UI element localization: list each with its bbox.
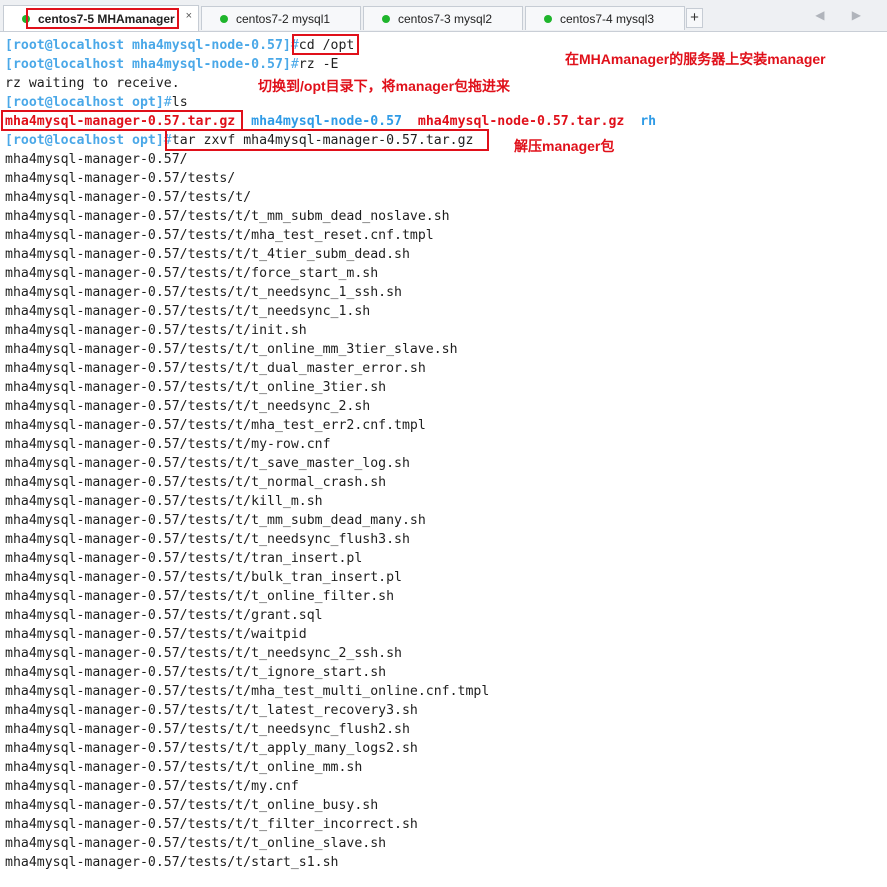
- tar-output-line: mha4mysql-manager-0.57/tests/t/init.sh: [5, 323, 307, 338]
- tar-output-line: mha4mysql-manager-0.57/tests/t/t_mm_subm…: [5, 209, 450, 224]
- tar-output-line: mha4mysql-manager-0.57/tests/t/t_filter_…: [5, 817, 418, 832]
- tar-output-line: mha4mysql-manager-0.57/tests/t/t_4tier_s…: [5, 247, 410, 262]
- tar-output-line: mha4mysql-manager-0.57/tests/t/t_latest_…: [5, 703, 418, 718]
- terminal-line: [root@localhost mha4mysql-node-0.57]#cd …: [5, 36, 354, 55]
- tab-label: centos7-5 MHAmanager: [38, 11, 175, 26]
- tar-output-line: mha4mysql-manager-0.57/tests/t/t_online_…: [5, 836, 387, 851]
- tab-centos7-2-mysql1[interactable]: centos7-2 mysql1: [201, 6, 361, 30]
- tar-output-line: mha4mysql-manager-0.57/tests/t/kill_m.sh: [5, 494, 323, 509]
- tab-centos7-5-mhamanager[interactable]: centos7-5 MHAmanager ×: [3, 5, 199, 31]
- terminal-line: [root@localhost opt]#tar zxvf mha4mysql-…: [5, 131, 473, 150]
- tar-output-line: mha4mysql-manager-0.57/tests/t/t_needsyn…: [5, 285, 402, 300]
- tar-output-line: mha4mysql-manager-0.57/tests/t/t_online_…: [5, 798, 379, 813]
- shell-prompt: [root@localhost mha4mysql-node-0.57]: [5, 57, 291, 72]
- terminal-line: [root@localhost mha4mysql-node-0.57]#rz …: [5, 55, 338, 74]
- tab-bar: centos7-5 MHAmanager × centos7-2 mysql1 …: [0, 0, 887, 32]
- tar-output-line: mha4mysql-manager-0.57/tests/t/mha_test_…: [5, 228, 434, 243]
- tar-output-line: mha4mysql-manager-0.57/tests/t/t_needsyn…: [5, 304, 371, 319]
- tar-output-line: mha4mysql-manager-0.57/tests/t/waitpid: [5, 627, 307, 642]
- tar-output-line: mha4mysql-manager-0.57/tests/t/t_needsyn…: [5, 532, 410, 547]
- terminal-line: rz waiting to receive.: [5, 76, 180, 91]
- install-annotation: 在MHAmanager的服务器上安装manager: [565, 51, 826, 67]
- tar-output-line: mha4mysql-manager-0.57/tests/t/t_needsyn…: [5, 722, 410, 737]
- tar-output-line: mha4mysql-manager-0.57/tests/t/t_needsyn…: [5, 399, 371, 414]
- tab-centos7-3-mysql2[interactable]: centos7-3 mysql2: [363, 6, 523, 30]
- tab-label: centos7-4 mysql3: [560, 11, 655, 26]
- tar-output-line: mha4mysql-manager-0.57/tests/t/t_online_…: [5, 760, 363, 775]
- add-tab-button[interactable]: +: [686, 8, 703, 28]
- close-tab-icon[interactable]: ×: [186, 10, 192, 22]
- prompt-hash: #: [163, 95, 172, 110]
- tar-output-line: mha4mysql-manager-0.57/tests/t/t_dual_ma…: [5, 361, 426, 376]
- rh-directory: rh: [640, 114, 657, 129]
- upload-annotation: 切换到/opt目录下，将manager包拖进来: [258, 78, 511, 94]
- terminal-line: [root@localhost opt]#ls: [5, 93, 188, 112]
- tab-label: centos7-3 mysql2: [398, 11, 493, 26]
- tab-scroll-arrows[interactable]: ◀ ▶: [815, 8, 873, 22]
- tar-output-line: mha4mysql-manager-0.57/: [5, 152, 188, 167]
- node-directory: mha4mysql-node-0.57: [251, 114, 402, 129]
- tar-output-line: mha4mysql-manager-0.57/tests/t/bulk_tran…: [5, 570, 402, 585]
- tar-output-line: mha4mysql-manager-0.57/tests/t/: [5, 190, 252, 205]
- tar-output-line: mha4mysql-manager-0.57/tests/t/mha_test_…: [5, 418, 426, 433]
- connected-status-icon: [544, 14, 552, 23]
- tar-output-line: mha4mysql-manager-0.57/tests/t/start_s1.…: [5, 855, 339, 870]
- tar-output-line: mha4mysql-manager-0.57/tests/t/t_ignore_…: [5, 665, 387, 680]
- command-text: ls: [171, 95, 188, 110]
- tar-output-line: mha4mysql-manager-0.57/tests/t/tran_inse…: [5, 551, 363, 566]
- tar-output-line: mha4mysql-manager-0.57/tests/t/t_save_ma…: [5, 456, 410, 471]
- tar-output-line: mha4mysql-manager-0.57/tests/t/t_normal_…: [5, 475, 387, 490]
- tar-output-line: mha4mysql-manager-0.57/tests/t/t_online_…: [5, 589, 395, 604]
- extract-annotation: 解压manager包: [514, 138, 615, 154]
- terminal-output[interactable]: [root@localhost mha4mysql-node-0.57]#cd …: [0, 32, 887, 887]
- ls-output-line: mha4mysql-manager-0.57.tar.gz mha4mysql-…: [5, 112, 656, 131]
- command-text: cd /opt: [298, 38, 355, 53]
- tab-centos7-4-mysql3[interactable]: centos7-4 mysql3: [525, 6, 685, 30]
- tar-output-line: mha4mysql-manager-0.57/tests/t/my.cnf: [5, 779, 299, 794]
- tar-output-line: mha4mysql-manager-0.57/tests/t/t_online_…: [5, 342, 458, 357]
- tar-output-line: mha4mysql-manager-0.57/tests/t/force_sta…: [5, 266, 379, 281]
- connected-status-icon: [220, 14, 228, 23]
- command-text: rz -E: [298, 57, 339, 72]
- prompt-hash: #: [290, 57, 299, 72]
- tar-output-line: mha4mysql-manager-0.57/tests/t/my-row.cn…: [5, 437, 331, 452]
- tab-label: centos7-2 mysql1: [236, 11, 331, 26]
- command-text: tar zxvf mha4mysql-manager-0.57.tar.gz: [171, 133, 474, 148]
- tar-output-line: mha4mysql-manager-0.57/tests/t/mha_test_…: [5, 684, 490, 699]
- tar-output-line: mha4mysql-manager-0.57/tests/t/t_needsyn…: [5, 646, 402, 661]
- shell-prompt: [root@localhost opt]: [5, 95, 164, 110]
- tar-output-line: mha4mysql-manager-0.57/tests/t/t_online_…: [5, 380, 387, 395]
- tar-output-line: mha4mysql-manager-0.57/tests/t/grant.sql: [5, 608, 323, 623]
- connected-status-icon: [382, 14, 390, 23]
- shell-prompt: [root@localhost mha4mysql-node-0.57]: [5, 38, 291, 53]
- prompt-hash: #: [163, 133, 172, 148]
- tar-output-line: mha4mysql-manager-0.57/tests/t/t_mm_subm…: [5, 513, 426, 528]
- prompt-hash: #: [290, 38, 299, 53]
- connected-status-icon: [22, 14, 30, 23]
- tar-output-line: mha4mysql-manager-0.57/tests/: [5, 171, 236, 186]
- node-tarball-file: mha4mysql-node-0.57.tar.gz: [417, 114, 625, 129]
- shell-prompt: [root@localhost opt]: [5, 133, 164, 148]
- manager-tarball-file: mha4mysql-manager-0.57.tar.gz: [5, 114, 236, 129]
- tar-output-line: mha4mysql-manager-0.57/tests/t/t_apply_m…: [5, 741, 418, 756]
